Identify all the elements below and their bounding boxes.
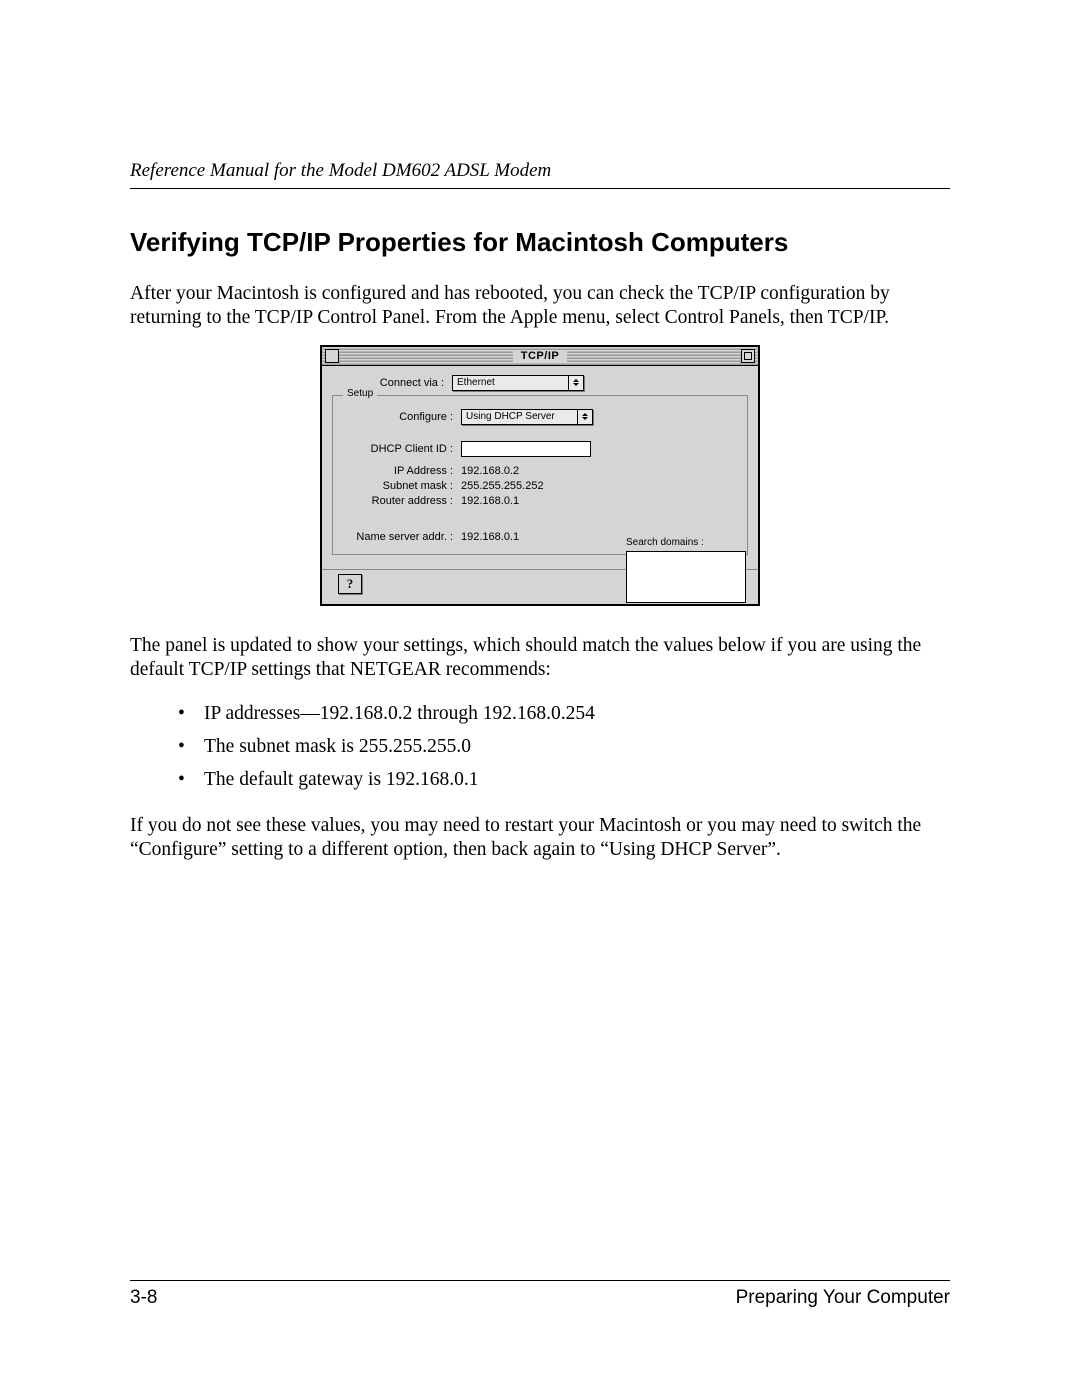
dropdown-arrows-icon <box>577 410 592 424</box>
search-domains-input[interactable] <box>626 551 746 603</box>
closing-paragraph: If you do not see these values, you may … <box>130 814 950 863</box>
zoom-box-icon[interactable] <box>741 349 755 363</box>
section-heading: Verifying TCP/IP Properties for Macintos… <box>130 227 950 258</box>
search-domains-label: Search domains : <box>626 537 746 548</box>
list-item: The default gateway is 192.168.0.1 <box>178 763 950 796</box>
setup-legend: Setup <box>343 388 377 399</box>
intro-paragraph: After your Macintosh is configured and h… <box>130 282 950 331</box>
dhcp-client-id-input[interactable] <box>461 441 591 457</box>
dhcp-client-id-row: DHCP Client ID : <box>341 441 739 457</box>
help-icon: ? <box>347 576 354 592</box>
after-figure-paragraph: The panel is updated to show your settin… <box>130 634 950 683</box>
list-item: IP addresses—192.168.0.2 through 192.168… <box>178 697 950 730</box>
recommended-values-list: IP addresses—192.168.0.2 through 192.168… <box>178 697 950 796</box>
help-button[interactable]: ? <box>338 574 362 594</box>
chapter-title: Preparing Your Computer <box>736 1287 950 1309</box>
page-number: 3-8 <box>130 1287 157 1309</box>
tcpip-window: TCP/IP Connect via : Ethernet Setup <box>320 345 760 606</box>
connect-via-row: Connect via : Ethernet <box>332 375 748 391</box>
search-domains-block: Search domains : <box>626 537 746 603</box>
configure-value: Using DHCP Server <box>466 411 555 422</box>
router-address-row: Router address : 192.168.0.1 <box>341 495 739 507</box>
name-server-label: Name server addr. : <box>341 531 461 543</box>
configure-label: Configure : <box>341 411 461 423</box>
page-footer: 3-8 Preparing Your Computer <box>130 1280 950 1309</box>
ip-address-label: IP Address : <box>341 465 461 477</box>
subnet-mask-row: Subnet mask : 255.255.255.252 <box>341 480 739 492</box>
subnet-mask-label: Subnet mask : <box>341 480 461 492</box>
tcpip-panel-figure: TCP/IP Connect via : Ethernet Setup <box>130 345 950 606</box>
dropdown-arrows-icon <box>568 376 583 390</box>
list-item: The subnet mask is 255.255.255.0 <box>178 730 950 763</box>
subnet-mask-value: 255.255.255.252 <box>461 480 544 492</box>
window-titlebar: TCP/IP <box>322 347 758 366</box>
window-title: TCP/IP <box>513 350 567 362</box>
configure-select[interactable]: Using DHCP Server <box>461 409 593 425</box>
dhcp-client-id-label: DHCP Client ID : <box>341 443 461 455</box>
connect-via-value: Ethernet <box>457 377 495 388</box>
connect-via-select[interactable]: Ethernet <box>452 375 584 391</box>
router-address-value: 192.168.0.1 <box>461 495 519 507</box>
running-header: Reference Manual for the Model DM602 ADS… <box>130 160 950 189</box>
ip-address-value: 192.168.0.2 <box>461 465 519 477</box>
window-body: Connect via : Ethernet Setup Configure :… <box>322 366 758 604</box>
document-page: Reference Manual for the Model DM602 ADS… <box>0 0 1080 1397</box>
configure-row: Configure : Using DHCP Server <box>341 409 739 425</box>
name-server-value: 192.168.0.1 <box>461 531 519 543</box>
setup-group: Setup Configure : Using DHCP Server DHCP… <box>332 395 748 555</box>
ip-address-row: IP Address : 192.168.0.2 <box>341 465 739 477</box>
close-box-icon[interactable] <box>325 349 339 363</box>
router-address-label: Router address : <box>341 495 461 507</box>
